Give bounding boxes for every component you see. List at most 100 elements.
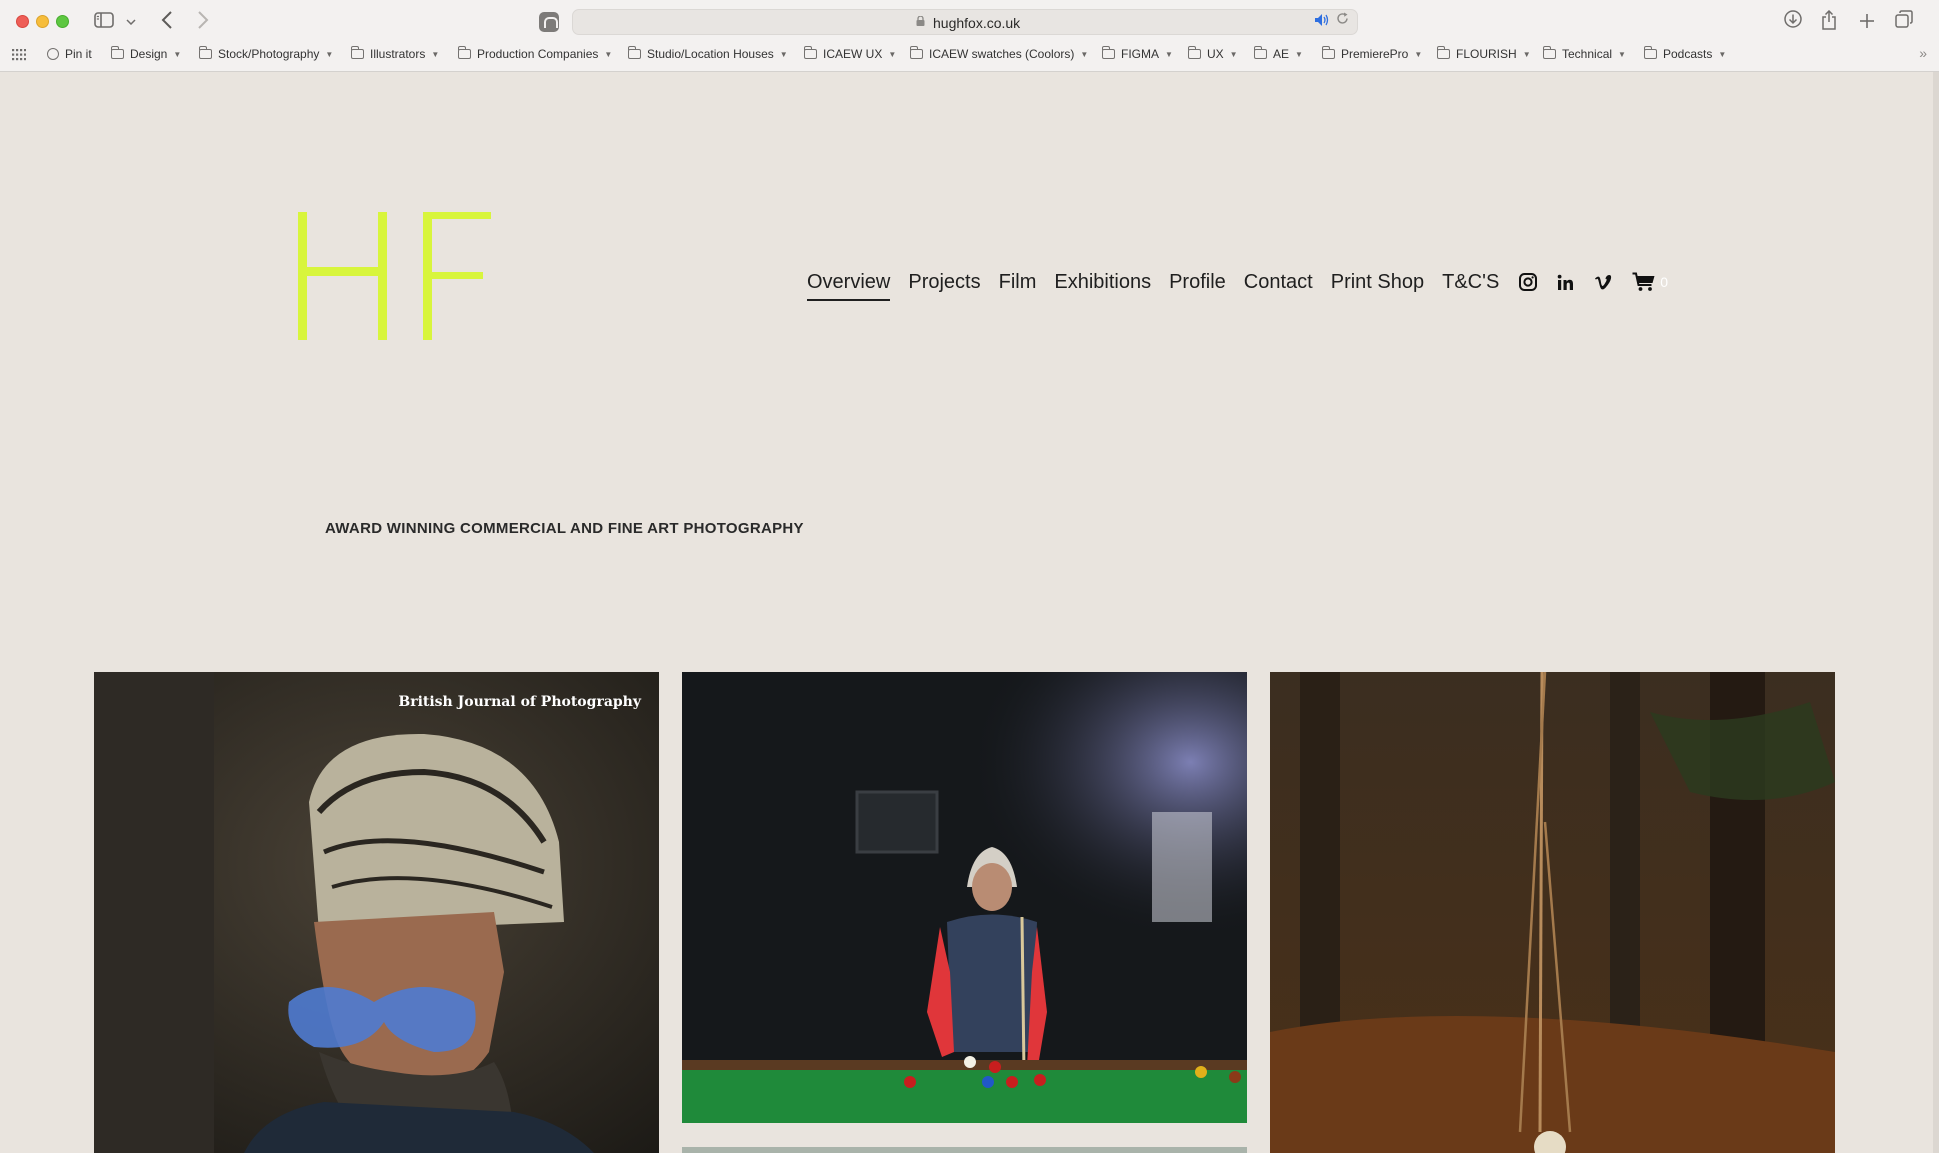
nav-overview[interactable]: Overview xyxy=(807,262,891,302)
folder-icon xyxy=(1101,46,1115,59)
browser-toolbar: hughfox.co.uk xyxy=(0,0,1939,44)
sidebar-toggle-icon[interactable] xyxy=(92,10,116,34)
bookmark-folder-ae[interactable]: AE ▼ xyxy=(1253,46,1303,61)
forest-photo xyxy=(1270,672,1835,1153)
bookmark-label: ICAEW UX xyxy=(823,47,883,61)
chevron-down-icon: ▼ xyxy=(431,49,440,59)
bookmark-label: Illustrators xyxy=(370,47,426,61)
bookmark-label: Design xyxy=(130,47,168,61)
nav-projects[interactable]: Projects xyxy=(908,262,980,302)
cart-icon xyxy=(1632,272,1655,291)
chevron-down-icon: ▼ xyxy=(173,49,182,59)
cart-count: 0 xyxy=(1660,274,1669,290)
bookmarks-overflow-icon[interactable]: » xyxy=(1919,45,1927,61)
bookmark-folder-icaew-ux[interactable]: ICAEW UX ▼ xyxy=(803,46,896,61)
folder-icon xyxy=(1253,46,1267,59)
bookmark-folder-flourish[interactable]: FLOURISH ▼ xyxy=(1436,46,1531,61)
back-button[interactable] xyxy=(156,10,178,34)
cart-button[interactable]: 0 xyxy=(1632,272,1668,292)
bookmark-label: UX xyxy=(1207,47,1224,61)
bookmark-folder-design[interactable]: Design ▼ xyxy=(110,46,182,61)
bookmark-label: PremierePro xyxy=(1341,47,1409,61)
chevron-down-icon: ▼ xyxy=(1414,49,1423,59)
bookmark-folder-illustrators[interactable]: Illustrators ▼ xyxy=(350,46,440,61)
gallery-item-forest[interactable] xyxy=(1270,672,1835,1153)
instagram-icon[interactable] xyxy=(1519,273,1538,291)
hf-logo-graphic xyxy=(298,212,491,340)
nav-contact[interactable]: Contact xyxy=(1244,262,1313,302)
lock-icon xyxy=(916,16,925,26)
folder-icon xyxy=(110,46,124,59)
share-icon[interactable] xyxy=(1818,9,1840,34)
nav-profile[interactable]: Profile xyxy=(1169,262,1226,302)
linkedin-icon[interactable] xyxy=(1557,274,1574,291)
forward-button[interactable] xyxy=(192,10,214,34)
social-links: 0 xyxy=(1519,272,1668,292)
tab-overview-icon[interactable] xyxy=(1893,10,1915,34)
folder-icon xyxy=(627,46,641,59)
bookmark-label: Pin it xyxy=(65,47,92,61)
close-window-button[interactable] xyxy=(16,15,29,28)
address-bar[interactable]: hughfox.co.uk xyxy=(572,9,1358,35)
bookmark-label: Technical xyxy=(1562,47,1613,61)
site-tagline: AWARD WINNING COMMERCIAL AND FINE ART PH… xyxy=(325,520,804,537)
chevron-down-icon: ▼ xyxy=(779,49,788,59)
chevron-down-icon: ▼ xyxy=(325,49,334,59)
nav-film[interactable]: Film xyxy=(999,262,1037,302)
bookmark-folder-ux[interactable]: UX ▼ xyxy=(1187,46,1238,61)
reload-icon[interactable] xyxy=(1336,12,1349,29)
folder-icon xyxy=(198,46,212,59)
bookmark-folder-stock-photography[interactable]: Stock/Photography ▼ xyxy=(198,46,334,61)
bookmark-label: ICAEW swatches (Coolors) xyxy=(929,47,1075,61)
gallery-item-partial[interactable] xyxy=(682,1147,1247,1153)
chevron-down-icon: ▼ xyxy=(1080,49,1089,59)
new-tab-icon[interactable] xyxy=(1856,10,1878,34)
snooker-photo xyxy=(682,672,1247,1123)
folder-icon xyxy=(1436,46,1450,59)
bookmark-label: FLOURISH xyxy=(1456,47,1517,61)
nav-print-shop[interactable]: Print Shop xyxy=(1331,262,1424,302)
bookmark-folder-podcasts[interactable]: Podcasts ▼ xyxy=(1643,46,1727,61)
zoom-window-button[interactable] xyxy=(56,15,69,28)
vimeo-icon[interactable] xyxy=(1594,274,1612,290)
bookmark-label: Studio/Location Houses xyxy=(647,47,774,61)
folder-icon xyxy=(909,46,923,59)
chevron-down-icon: ▼ xyxy=(604,49,613,59)
speaker-icon[interactable] xyxy=(1315,13,1329,29)
bookmark-folder-production-companies[interactable]: Production Companies ▼ xyxy=(457,46,613,61)
bookmark-label: FIGMA xyxy=(1121,47,1159,61)
minimize-window-button[interactable] xyxy=(36,15,49,28)
web-page: Overview Projects Film Exhibitions Profi… xyxy=(0,72,1939,1153)
chevron-down-icon[interactable] xyxy=(124,10,138,34)
bookmark-folder-technical[interactable]: Technical ▼ xyxy=(1542,46,1626,61)
nav-terms[interactable]: T&C'S xyxy=(1442,262,1499,302)
chevron-down-icon: ▼ xyxy=(1229,49,1238,59)
gallery-item-snooker[interactable] xyxy=(682,672,1247,1123)
bookmark-folder-studio-location-houses[interactable]: Studio/Location Houses ▼ xyxy=(627,46,788,61)
chevron-down-icon: ▼ xyxy=(1718,49,1727,59)
folder-icon xyxy=(1542,46,1556,59)
bookmark-label: Podcasts xyxy=(1663,47,1713,61)
gallery-item-portrait[interactable]: British Journal of Photography xyxy=(94,672,659,1153)
nav-exhibitions[interactable]: Exhibitions xyxy=(1054,262,1151,302)
bookmarks-bar: Pin it Design ▼ Stock/Photography ▼ Illu… xyxy=(0,45,1939,65)
bookmark-label: Stock/Photography xyxy=(218,47,320,61)
chevron-down-icon: ▼ xyxy=(1295,49,1303,59)
page-scrollbar[interactable] xyxy=(1933,72,1939,1153)
bookmark-label: Production Companies xyxy=(477,47,599,61)
globe-icon xyxy=(47,48,59,60)
chevron-down-icon: ▼ xyxy=(1618,49,1626,59)
site-logo[interactable] xyxy=(293,212,493,347)
browser-chrome: hughfox.co.uk Pin it Design ▼ Stock/Phot… xyxy=(0,0,1939,72)
bookmark-folder-figma[interactable]: FIGMA ▼ xyxy=(1101,46,1173,61)
bookmark-folder-icaew-swatches[interactable]: ICAEW swatches (Coolors) ▼ xyxy=(909,46,1089,61)
apps-grid-icon[interactable] xyxy=(12,48,26,62)
folder-icon xyxy=(350,46,364,59)
bookmark-label: AE xyxy=(1273,47,1290,61)
bookmark-pin-it[interactable]: Pin it xyxy=(47,47,92,61)
page-menu-icon[interactable] xyxy=(539,12,559,32)
folder-icon xyxy=(1321,46,1335,59)
bookmark-folder-premierepro[interactable]: PremierePro ▼ xyxy=(1321,46,1423,61)
folder-icon xyxy=(1187,46,1201,59)
download-icon[interactable] xyxy=(1782,10,1804,34)
